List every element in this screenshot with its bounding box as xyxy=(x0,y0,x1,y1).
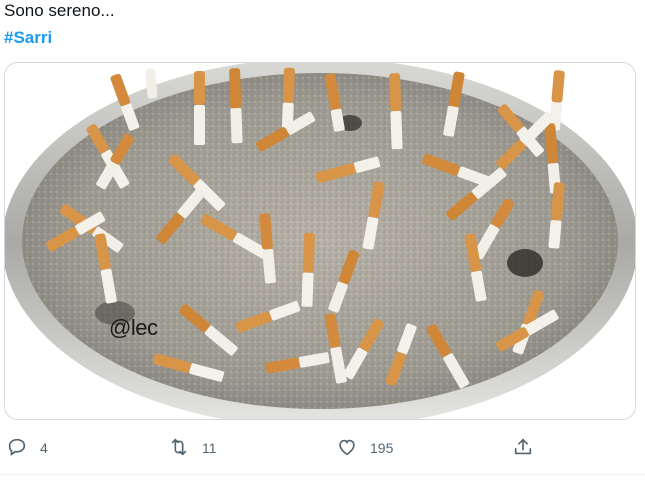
hashtag-link[interactable]: #Sarri xyxy=(4,27,52,49)
reply-button[interactable]: 4 xyxy=(6,430,48,466)
image-watermark: @lec xyxy=(109,315,158,340)
divider xyxy=(0,474,645,475)
reply-count: 4 xyxy=(40,440,48,456)
heart-icon xyxy=(336,436,358,461)
tweet-media[interactable]: @lec xyxy=(4,62,636,420)
share-icon xyxy=(512,436,534,461)
tweet-actions-bar: 4 11 195 xyxy=(0,430,645,466)
reply-icon xyxy=(6,436,28,461)
retweet-count: 11 xyxy=(202,440,217,456)
retweet-icon xyxy=(168,436,190,461)
retweet-button[interactable]: 11 xyxy=(168,430,217,466)
share-button[interactable] xyxy=(512,430,534,466)
ashtray-cigarette-butts-image xyxy=(5,63,635,419)
tweet-text: Sono sereno... xyxy=(4,1,115,20)
like-count: 195 xyxy=(370,440,394,456)
like-button[interactable]: 195 xyxy=(336,430,393,466)
